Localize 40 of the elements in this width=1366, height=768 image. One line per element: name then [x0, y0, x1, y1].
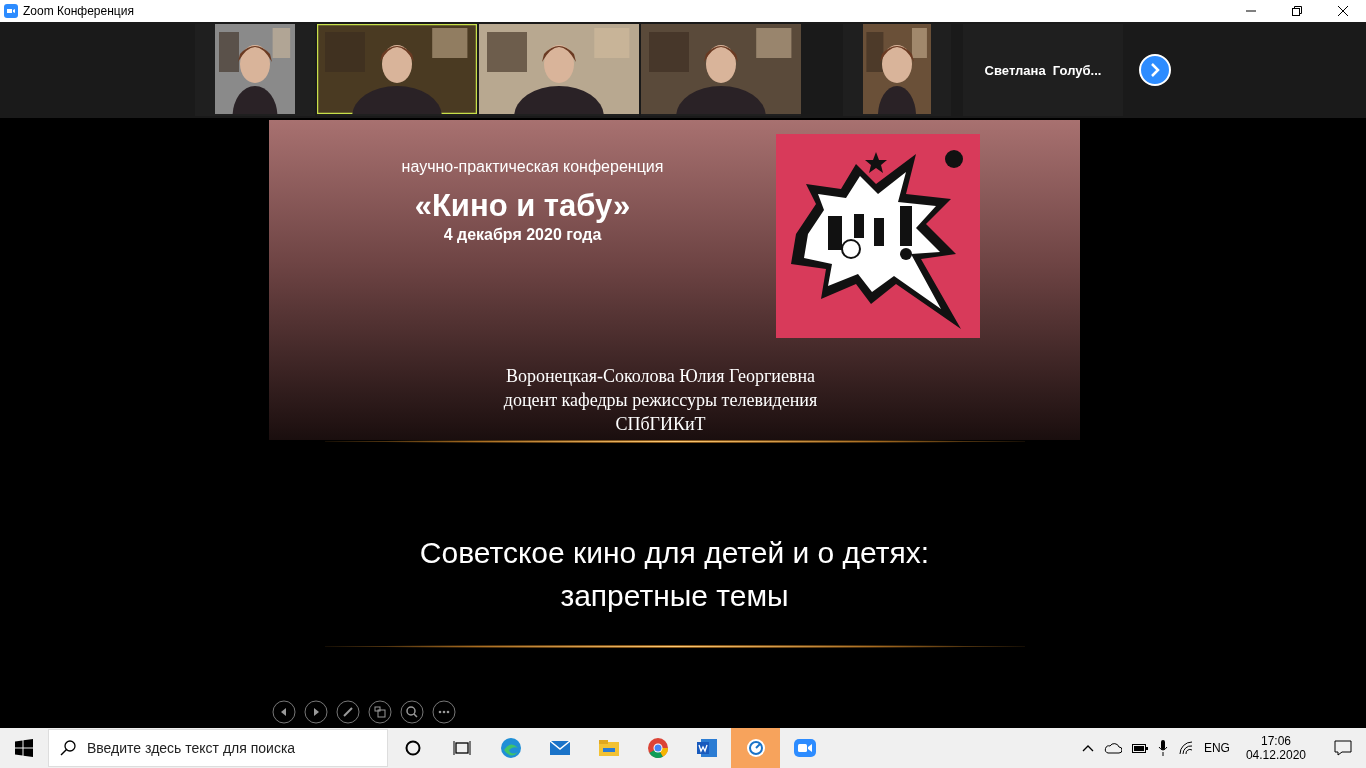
chevron-right-icon	[1149, 63, 1161, 77]
chrome-icon	[647, 738, 668, 759]
circle-icon[interactable]	[404, 740, 421, 756]
windows-logo-icon[interactable]	[15, 739, 33, 757]
word-icon	[696, 739, 717, 757]
taskbar-app[interactable]	[731, 728, 780, 768]
zoom-icon[interactable]	[400, 700, 424, 724]
mail-icon	[548, 740, 571, 755]
battery-icon[interactable]	[1131, 742, 1148, 754]
conference-date: 4 декабря 2020 года	[443, 226, 602, 244]
next-icon[interactable]	[304, 700, 328, 724]
folder-icon	[598, 740, 619, 756]
notifications-icon[interactable]	[1334, 740, 1352, 756]
slides-icon[interactable]	[368, 700, 392, 724]
camera-icon	[4, 4, 18, 18]
search-icon	[60, 740, 76, 756]
cloud-icon[interactable]	[1103, 742, 1122, 754]
previous-icon[interactable]	[272, 700, 296, 724]
wifi-icon[interactable]	[1177, 741, 1194, 755]
chevron-up-icon[interactable]	[1081, 744, 1094, 752]
window-title: Zoom Конференция	[23, 4, 135, 18]
speaker-info: Воронецкая-Соколова Юлия Георгиевна доцент кафедры режиссуры телевидения СПбГИКиТ	[503, 365, 818, 436]
microphone-icon[interactable]	[1157, 740, 1168, 756]
task-view-icon[interactable]	[452, 740, 471, 756]
language-indicator[interactable]: ENG	[1203, 741, 1230, 755]
participant-tile[interactable]: Светлана Голуб...	[963, 24, 1123, 116]
talk-title: Советское кино для детей и о детях: запретные темы	[419, 535, 930, 614]
participant-name: Светлана Голуб...	[984, 62, 1102, 78]
gauge-icon	[746, 739, 765, 757]
close-icon[interactable]	[1338, 6, 1348, 16]
video-camera-icon	[793, 739, 816, 757]
next-page-button[interactable]	[1139, 54, 1171, 86]
more-icon[interactable]	[432, 700, 456, 724]
conference-subtitle: научно-практическая конференция	[401, 158, 664, 176]
restore-icon[interactable]	[1292, 6, 1302, 16]
pen-icon[interactable]	[336, 700, 360, 724]
conference-title: «Кино и табу»	[414, 188, 631, 224]
search-field[interactable]: Введите здесь текст для поиска	[48, 729, 388, 767]
clock[interactable]: 17:06 04.12.2020	[1245, 734, 1306, 762]
edge-icon	[500, 738, 521, 758]
